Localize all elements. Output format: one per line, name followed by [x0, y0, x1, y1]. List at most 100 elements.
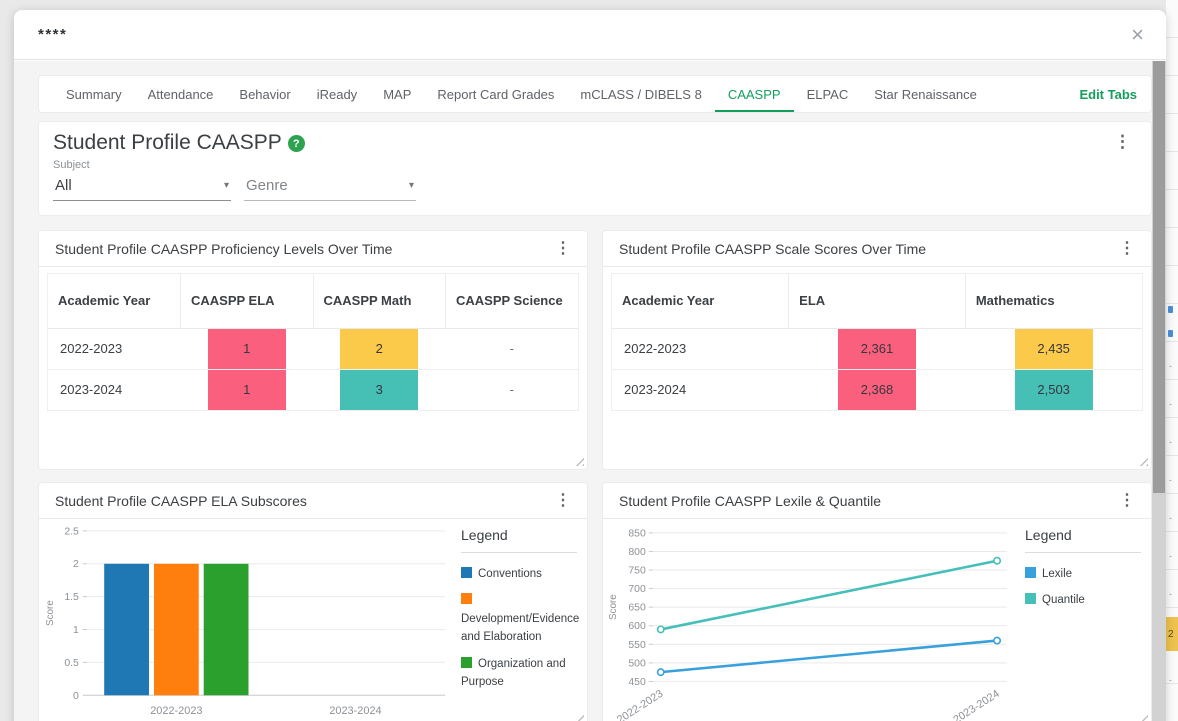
background-blue-mark	[1168, 330, 1173, 337]
card-kebab-menu-icon[interactable]: ⋮	[549, 239, 577, 259]
background-dash: -	[1169, 675, 1172, 685]
column-header: CAASPP Science	[445, 274, 578, 329]
tab-report-card-grades[interactable]: Report Card Grades	[424, 76, 567, 112]
card-title: Student Profile CAASPP Proficiency Level…	[55, 240, 393, 257]
svg-text:500: 500	[628, 658, 646, 669]
card-title: Student Profile CAASPP Scale Scores Over…	[619, 240, 927, 257]
card-kebab-menu-icon[interactable]: ⋮	[1113, 239, 1141, 259]
score-badge: 2,361	[837, 328, 916, 369]
score-cell: 2,361	[788, 328, 966, 370]
column-header: CAASPP ELA	[180, 274, 313, 329]
background-dash: -	[1169, 437, 1172, 447]
modal-scrollbar[interactable]	[1152, 61, 1166, 721]
score-cell: 2,435	[965, 328, 1142, 370]
column-header: ELA	[788, 274, 966, 329]
page-background: - - - - - - - - 2 **** × Summary Attendan…	[0, 0, 1178, 721]
svg-text:0: 0	[73, 691, 79, 702]
score-cell: 1	[180, 328, 313, 370]
legend-swatch-icon	[1025, 567, 1036, 578]
resize-handle-icon[interactable]	[575, 457, 584, 466]
ela-subscores-bar-chart: 0 0.5 1 1.5 2 2.5 2022-2023 2023-2024 Score	[43, 521, 451, 721]
legend-item[interactable]: Conventions	[461, 565, 577, 583]
svg-text:1.5: 1.5	[64, 592, 79, 603]
tab-mclass-dibels-8[interactable]: mCLASS / DIBELS 8	[567, 76, 714, 112]
svg-text:800: 800	[628, 547, 646, 558]
column-header: Academic Year	[48, 274, 181, 329]
subject-label: Subject	[53, 159, 90, 171]
page-title: Student Profile CAASPP	[53, 131, 282, 154]
card-title: Student Profile CAASPP ELA Subscores	[55, 492, 307, 509]
background-page-sliver: - - - - - - - - 2	[1166, 0, 1178, 721]
legend-item[interactable]: Lexile	[1025, 565, 1141, 583]
svg-text:Score: Score	[45, 600, 56, 626]
column-header: Academic Year	[612, 274, 789, 329]
year-cell: 2022-2023	[48, 328, 181, 370]
edit-tabs-button[interactable]: Edit Tabs	[1079, 87, 1137, 102]
close-icon[interactable]: ×	[1127, 23, 1148, 46]
proficiency-table: Academic Year CAASPP ELA CAASPP Math CAASPP…	[47, 273, 579, 411]
svg-text:2.5: 2.5	[64, 526, 79, 537]
svg-text:0.5: 0.5	[64, 658, 79, 669]
genre-placeholder: Genre	[246, 177, 288, 194]
tab-bar: Summary Attendance Behavior iReady MAP Report…	[38, 75, 1152, 113]
legend-item[interactable]: Organization and Purpose	[461, 655, 577, 692]
svg-text:700: 700	[628, 584, 646, 595]
tab-star-renaissance[interactable]: Star Renaissance	[861, 76, 990, 112]
window-title: ****	[38, 26, 68, 43]
svg-text:550: 550	[628, 640, 646, 651]
legend-title: Legend	[461, 527, 577, 553]
svg-text:1: 1	[73, 625, 79, 636]
header-kebab-menu-icon[interactable]: ⋮	[1108, 131, 1137, 152]
tab-attendance[interactable]: Attendance	[135, 76, 227, 112]
score-cell: 2	[313, 328, 446, 370]
card-kebab-menu-icon[interactable]: ⋮	[549, 491, 577, 511]
svg-text:600: 600	[628, 621, 646, 632]
tab-summary[interactable]: Summary	[53, 76, 135, 112]
card-title: Student Profile CAASPP Lexile & Quantile	[619, 492, 882, 509]
scale-scores-card: Student Profile CAASPP Scale Scores Over…	[602, 230, 1152, 470]
legend-swatch-icon	[461, 567, 472, 578]
modal-body: Summary Attendance Behavior iReady MAP Report…	[14, 61, 1166, 721]
tab-map[interactable]: MAP	[370, 76, 424, 112]
score-badge: 3	[340, 369, 419, 410]
background-dash: -	[1169, 589, 1172, 599]
lexile-quantile-line-chart: 450 500 550 600 650 700 750 800 850 2022-2023 2023…	[607, 521, 1015, 721]
subject-select[interactable]: Subject All ▾	[53, 159, 231, 201]
background-dash: -	[1169, 399, 1172, 409]
background-dash: -	[1169, 551, 1172, 561]
scrollbar-thumb[interactable]	[1153, 61, 1165, 493]
dashboard-grid: Student Profile CAASPP Proficiency Level…	[38, 230, 1152, 721]
svg-text:2023-2024: 2023-2024	[329, 705, 381, 717]
score-cell: 2,368	[788, 369, 966, 411]
score-cell: 1	[180, 369, 313, 411]
tab-iready[interactable]: iReady	[304, 76, 370, 112]
modal-titlebar: **** ×	[14, 10, 1166, 60]
genre-select[interactable]: Genre ▾	[244, 175, 416, 201]
column-header: CAASPP Math	[312, 274, 446, 329]
legend-label: Quantile	[1042, 594, 1085, 607]
resize-handle-icon[interactable]	[1139, 457, 1148, 466]
svg-text:Score: Score	[608, 594, 619, 620]
tab-caaspp[interactable]: CAASPP	[715, 76, 794, 112]
legend-swatch-icon	[461, 593, 472, 605]
svg-text:2023-2024: 2023-2024	[951, 688, 1001, 721]
tab-elpac[interactable]: ELPAC	[794, 76, 862, 112]
card-kebab-menu-icon[interactable]: ⋮	[1113, 491, 1141, 511]
column-header: Mathematics	[964, 274, 1142, 329]
legend-item[interactable]: Quantile	[1025, 591, 1141, 609]
table-row: 2022-2023 2,361 2,435	[612, 328, 1142, 370]
caaspp-header-card: Student Profile CAASPP ? ⋮ Subject All ▾	[38, 121, 1152, 216]
score-badge: 2,435	[1014, 328, 1093, 369]
svg-text:750: 750	[628, 566, 646, 577]
background-badge: 2	[1166, 617, 1178, 651]
tab-behavior[interactable]: Behavior	[226, 76, 303, 112]
legend-item[interactable]: Development/Evidence and Elaboration	[461, 591, 579, 646]
legend-title: Legend	[1025, 527, 1141, 553]
legend-label: Lexile	[1042, 568, 1073, 580]
svg-text:2: 2	[73, 559, 79, 570]
empty-cell: -	[445, 328, 578, 370]
help-icon[interactable]: ?	[287, 135, 305, 152]
score-badge: 1	[207, 328, 286, 369]
background-dash: -	[1169, 361, 1172, 371]
score-badge: 1	[207, 369, 286, 410]
